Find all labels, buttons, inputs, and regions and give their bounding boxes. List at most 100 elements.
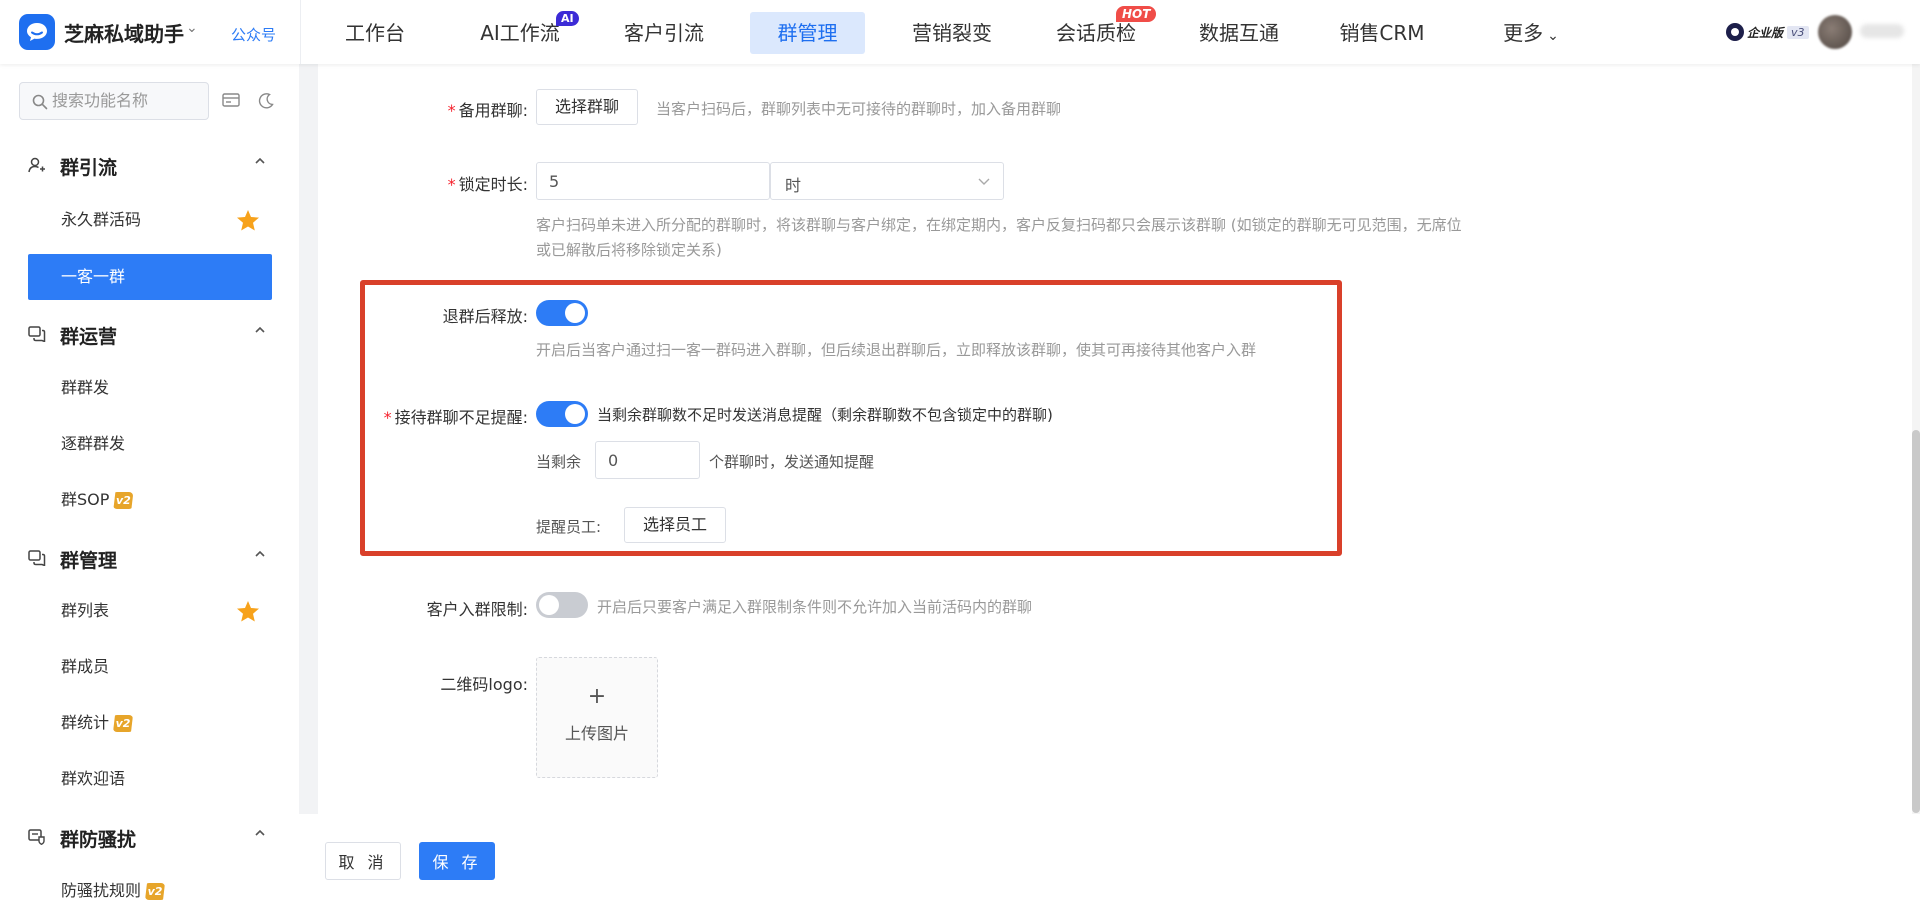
sidebar-group-title: 群防骚扰	[60, 829, 137, 851]
moon-icon[interactable]	[257, 92, 275, 110]
remain-count-input[interactable]	[595, 441, 700, 479]
sidebar-item-label: 群群发	[61, 378, 110, 397]
nav-item-sales-crm[interactable]: 销售CRM	[1332, 12, 1432, 54]
edition-version: v3	[1787, 25, 1809, 39]
form-footer	[299, 814, 1920, 908]
sidebar-group-title: 群引流	[60, 157, 118, 179]
required-mark: *	[447, 101, 456, 120]
join-limit-hint: 开启后只要客户满足入群限制条件则不允许加入当前活码内的群聊	[597, 598, 1033, 616]
chat-icon	[28, 550, 46, 566]
ai-badge: AI	[556, 11, 579, 26]
nav-more-label: 更多	[1503, 21, 1544, 45]
nav-item-group-management[interactable]: 群管理	[750, 12, 865, 54]
sidebar-group-group-traffic[interactable]: 群引流	[0, 145, 299, 185]
nav-item-more[interactable]: 更多 ⌄	[1486, 12, 1576, 54]
shield-chat-icon	[28, 829, 45, 845]
user-name-blurred[interactable]	[1860, 24, 1904, 38]
user-add-icon	[28, 157, 45, 173]
sidebar-item-label-wrap: 群SOP v2	[61, 477, 134, 523]
sidebar-group-anti-harassment[interactable]: 群防骚扰	[0, 817, 299, 857]
release-after-quit-hint: 开启后当客户通过扫一客一群码进入群聊，但后续退出群聊后，立即释放该群聊，使其可再…	[536, 341, 1257, 359]
qr-logo-label: 二维码logo:	[440, 675, 528, 694]
sidebar-item-label: 群列表	[61, 601, 110, 620]
chevron-up-icon	[255, 550, 265, 557]
backup-group-label-text: 备用群聊:	[458, 101, 528, 120]
star-icon[interactable]	[236, 600, 260, 622]
sidebar-group-group-operations[interactable]: 群运营	[0, 314, 299, 354]
sidebar-item-label: 群SOP	[61, 490, 110, 509]
chevron-down-icon	[978, 178, 990, 185]
hot-badge: HOT	[1116, 6, 1157, 22]
edition-badge[interactable]: 企业版 v3	[1726, 22, 1809, 42]
v2-badge: v2	[145, 883, 166, 900]
sidebar-item-label: 群成员	[61, 657, 110, 676]
backup-group-hint: 当客户扫码后，群聊列表中无可接待的群聊时，加入备用群聊	[656, 100, 1062, 118]
nav-item-marketing-fission[interactable]: 营销裂变	[902, 12, 1002, 54]
user-avatar[interactable]	[1818, 15, 1852, 49]
sidebar-item-permanent-group-code[interactable]: 永久群活码	[28, 197, 272, 243]
nav-item-ai-workflow[interactable]: AI工作流	[470, 12, 570, 54]
edition-logo-icon	[1726, 23, 1744, 41]
sidebar-group-group-management[interactable]: 群管理	[0, 538, 299, 578]
card-icon[interactable]	[222, 92, 240, 108]
search-input[interactable]	[52, 91, 202, 110]
sidebar-item-group-stats[interactable]: 群统计 v2	[28, 700, 272, 746]
lock-duration-hint-line2: 或已解散后将移除锁定关系)	[536, 241, 722, 259]
lock-duration-input[interactable]	[536, 162, 770, 200]
upload-image-box[interactable]: + 上传图片	[536, 657, 658, 778]
sidebar-item-label: 永久群活码	[61, 210, 142, 229]
sidebar: 群引流 永久群活码 一客一群 群运营 群群发 逐群群发 群SOPv2 群管理 群…	[0, 64, 299, 908]
sidebar-item-anti-harassment-rules[interactable]: 防骚扰规则 v2	[28, 868, 272, 908]
v2-badge: v2	[113, 715, 134, 732]
notify-staff-label: 提醒员工:	[536, 518, 602, 536]
star-icon[interactable]	[236, 209, 260, 231]
nav-item-customer-traffic[interactable]: 客户引流	[614, 12, 714, 54]
sidebar-search[interactable]	[19, 82, 209, 120]
sidebar-item-label: 防骚扰规则	[61, 881, 142, 900]
nav-divider	[300, 0, 301, 64]
sidebar-item-label: 逐群群发	[61, 434, 126, 453]
join-limit-toggle[interactable]	[536, 592, 588, 618]
lock-duration-unit-value: 时	[785, 176, 802, 195]
scrollbar-thumb[interactable]	[1912, 430, 1920, 813]
chevron-down-icon[interactable]: ⌄	[186, 20, 198, 36]
app-logo[interactable]	[19, 14, 55, 50]
nav-item-data-sync[interactable]: 数据互通	[1189, 12, 1289, 54]
sidebar-item-label: 一客一群	[61, 267, 126, 286]
release-after-quit-toggle[interactable]	[536, 300, 588, 326]
brand-name: 芝麻私域助手	[64, 22, 184, 46]
upload-image-label: 上传图片	[564, 724, 629, 743]
top-navbar: 芝麻私域助手 ⌄ 公众号 工作台 AI工作流 AI 客户引流 群管理 营销裂变 …	[0, 0, 1920, 64]
sidebar-item-group-list[interactable]: 群列表	[28, 588, 272, 634]
join-limit-label: 客户入群限制:	[426, 600, 528, 619]
insufficient-alert-label: * 接待群聊不足提醒:	[370, 404, 528, 428]
chat-icon	[28, 326, 46, 342]
sidebar-item-label-wrap: 防骚扰规则 v2	[61, 868, 166, 908]
sidebar-item-group-members[interactable]: 群成员	[28, 644, 272, 690]
nav-item-workbench[interactable]: 工作台	[328, 12, 422, 54]
sidebar-group-title: 群管理	[60, 550, 118, 572]
insufficient-alert-toggle[interactable]	[536, 401, 588, 427]
sidebar-group-title: 群运营	[60, 326, 118, 348]
sidebar-item-group-sop[interactable]: 群SOP v2	[28, 477, 272, 523]
select-staff-button[interactable]: 选择员工	[624, 507, 726, 543]
chevron-up-icon	[255, 326, 265, 333]
plus-icon: +	[587, 684, 607, 709]
sidebar-item-group-welcome[interactable]: 群欢迎语	[28, 756, 272, 802]
sidebar-item-label: 群统计	[61, 713, 110, 732]
lock-duration-hint-line1: 客户扫码单未进入所分配的群聊时，将该群聊与客户绑定，在绑定期内，客户反复扫码都只…	[536, 216, 1462, 234]
insufficient-alert-label-text: 接待群聊不足提醒:	[394, 408, 528, 427]
release-after-quit-label: 退群后释放:	[442, 307, 528, 326]
backup-group-label: * 备用群聊:	[420, 97, 528, 121]
sidebar-item-per-group-broadcast[interactable]: 逐群群发	[28, 421, 272, 467]
sidebar-item-group-broadcast[interactable]: 群群发	[28, 365, 272, 411]
cancel-button[interactable]: 取 消	[325, 842, 401, 880]
select-group-button[interactable]: 选择群聊	[536, 89, 638, 125]
save-button[interactable]: 保 存	[419, 842, 495, 880]
search-icon	[32, 94, 48, 110]
account-link[interactable]: 公众号	[231, 24, 276, 45]
sidebar-item-one-customer-one-group[interactable]: 一客一群	[28, 254, 272, 300]
chat-bubble-icon	[27, 23, 47, 41]
lock-duration-label: * 锁定时长:	[420, 171, 528, 195]
lock-duration-unit-select[interactable]: 时	[770, 162, 1004, 200]
